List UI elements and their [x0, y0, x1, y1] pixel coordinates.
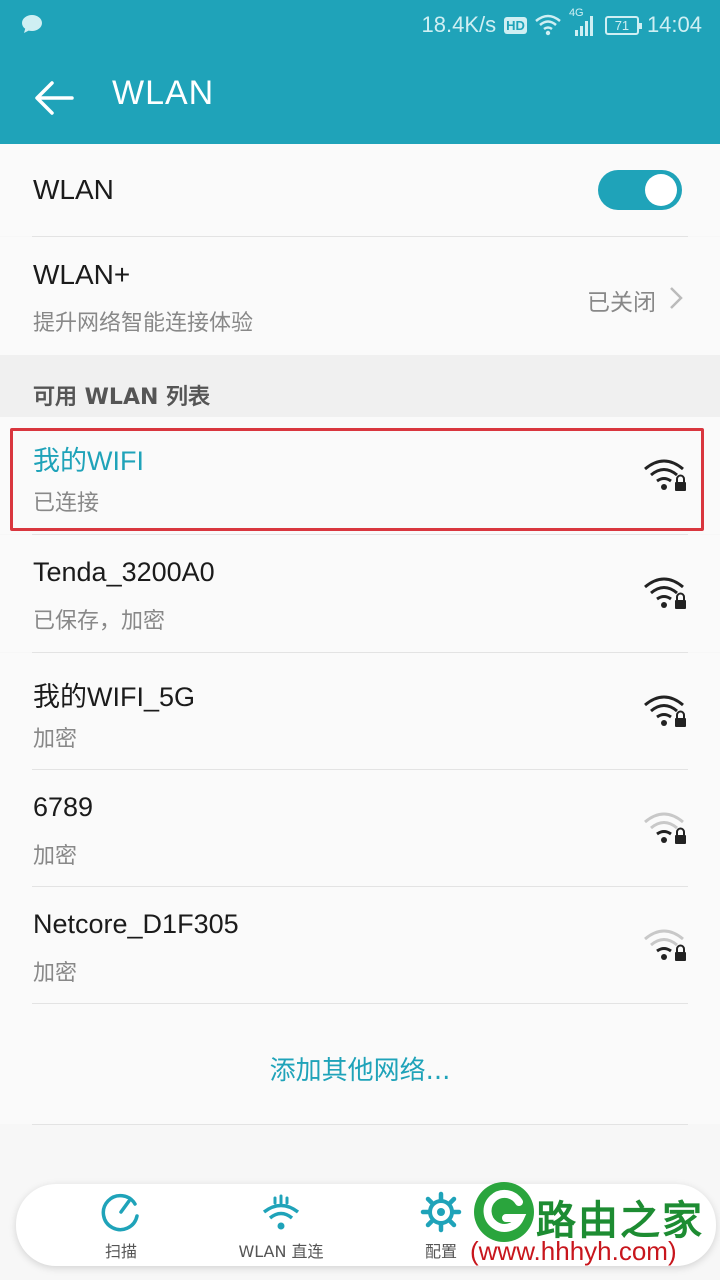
- add-network-row: 添加其他网络...: [0, 1004, 720, 1124]
- network-name: 6789: [33, 792, 94, 822]
- network-item[interactable]: 我的WIFI 已连接: [0, 417, 720, 534]
- clock: 14:04: [646, 12, 702, 37]
- network-status: 已连接: [33, 491, 100, 516]
- brand-url: (www.hhhyh.com): [470, 1236, 677, 1266]
- network-item[interactable]: 我的WIFI_5G 加密: [0, 653, 720, 770]
- network-speed: 18.4K/s: [421, 12, 497, 37]
- network-status: 加密: [33, 961, 78, 986]
- network-name: 我的WIFI: [33, 446, 144, 476]
- wlan-plus-row[interactable]: WLAN+ 提升网络智能连接体验 已关闭: [0, 237, 720, 355]
- scan-label: 扫描: [104, 1242, 137, 1261]
- divider: [32, 1124, 688, 1125]
- wifi-lock-icon: [644, 812, 686, 844]
- wifi-lock-icon: [644, 459, 686, 491]
- app-bar: WLAN: [0, 50, 720, 144]
- wifi-lock-icon: [644, 929, 686, 961]
- network-item[interactable]: Tenda_3200A0 已保存，加密: [0, 535, 720, 652]
- wlan-switch[interactable]: [598, 170, 682, 210]
- network-item[interactable]: 6789 加密: [0, 770, 720, 887]
- chevron-right-icon: [670, 287, 683, 309]
- watermark-logo: 路由之家 (www.hhhyh.com): [470, 1180, 720, 1280]
- hd-badge: HD: [504, 16, 527, 34]
- wlan-toggle-label: WLAN: [33, 174, 114, 205]
- network-item[interactable]: Netcore_D1F305 加密: [0, 887, 720, 1004]
- wifi-direct-icon: [262, 1194, 300, 1230]
- page-title: WLAN: [112, 74, 215, 112]
- wifi-status-icon: [535, 14, 561, 36]
- network-status: 已保存，加密: [33, 609, 166, 634]
- section-header: 可用 WLAN 列表: [0, 355, 720, 417]
- brand-logo-icon: [474, 1182, 534, 1242]
- wifi-lock-icon: [644, 577, 686, 609]
- network-name: Netcore_D1F305: [33, 909, 239, 939]
- network-status: 加密: [33, 844, 78, 869]
- back-arrow-icon[interactable]: [32, 76, 76, 120]
- wifi-direct-button[interactable]: WLAN 直连: [211, 1190, 351, 1262]
- network-name: 我的WIFI_5G: [33, 682, 196, 712]
- wlan-plus-label: WLAN+: [33, 259, 131, 290]
- message-icon: [22, 15, 42, 33]
- network-name: Tenda_3200A0: [33, 557, 215, 587]
- gear-icon: [420, 1191, 462, 1233]
- wifi-lock-icon: [644, 695, 686, 727]
- add-network-link[interactable]: 添加其他网络...: [0, 1050, 720, 1087]
- network-status: 加密: [33, 727, 78, 752]
- wlan-plus-subtitle: 提升网络智能连接体验: [33, 311, 254, 336]
- status-bar: 18.4K/s HD 4G 71 14:04: [0, 0, 720, 50]
- switch-knob: [645, 174, 677, 206]
- wifi-direct-label: WLAN 直连: [238, 1242, 324, 1261]
- wlan-plus-status: 已关闭: [587, 290, 656, 316]
- cellular-signal-icon: 4G: [569, 7, 597, 37]
- battery-indicator: 71: [604, 15, 642, 35]
- scan-button[interactable]: 扫描: [51, 1190, 191, 1262]
- section-title: 可用 WLAN 列表: [33, 385, 211, 410]
- scan-icon: [101, 1193, 139, 1232]
